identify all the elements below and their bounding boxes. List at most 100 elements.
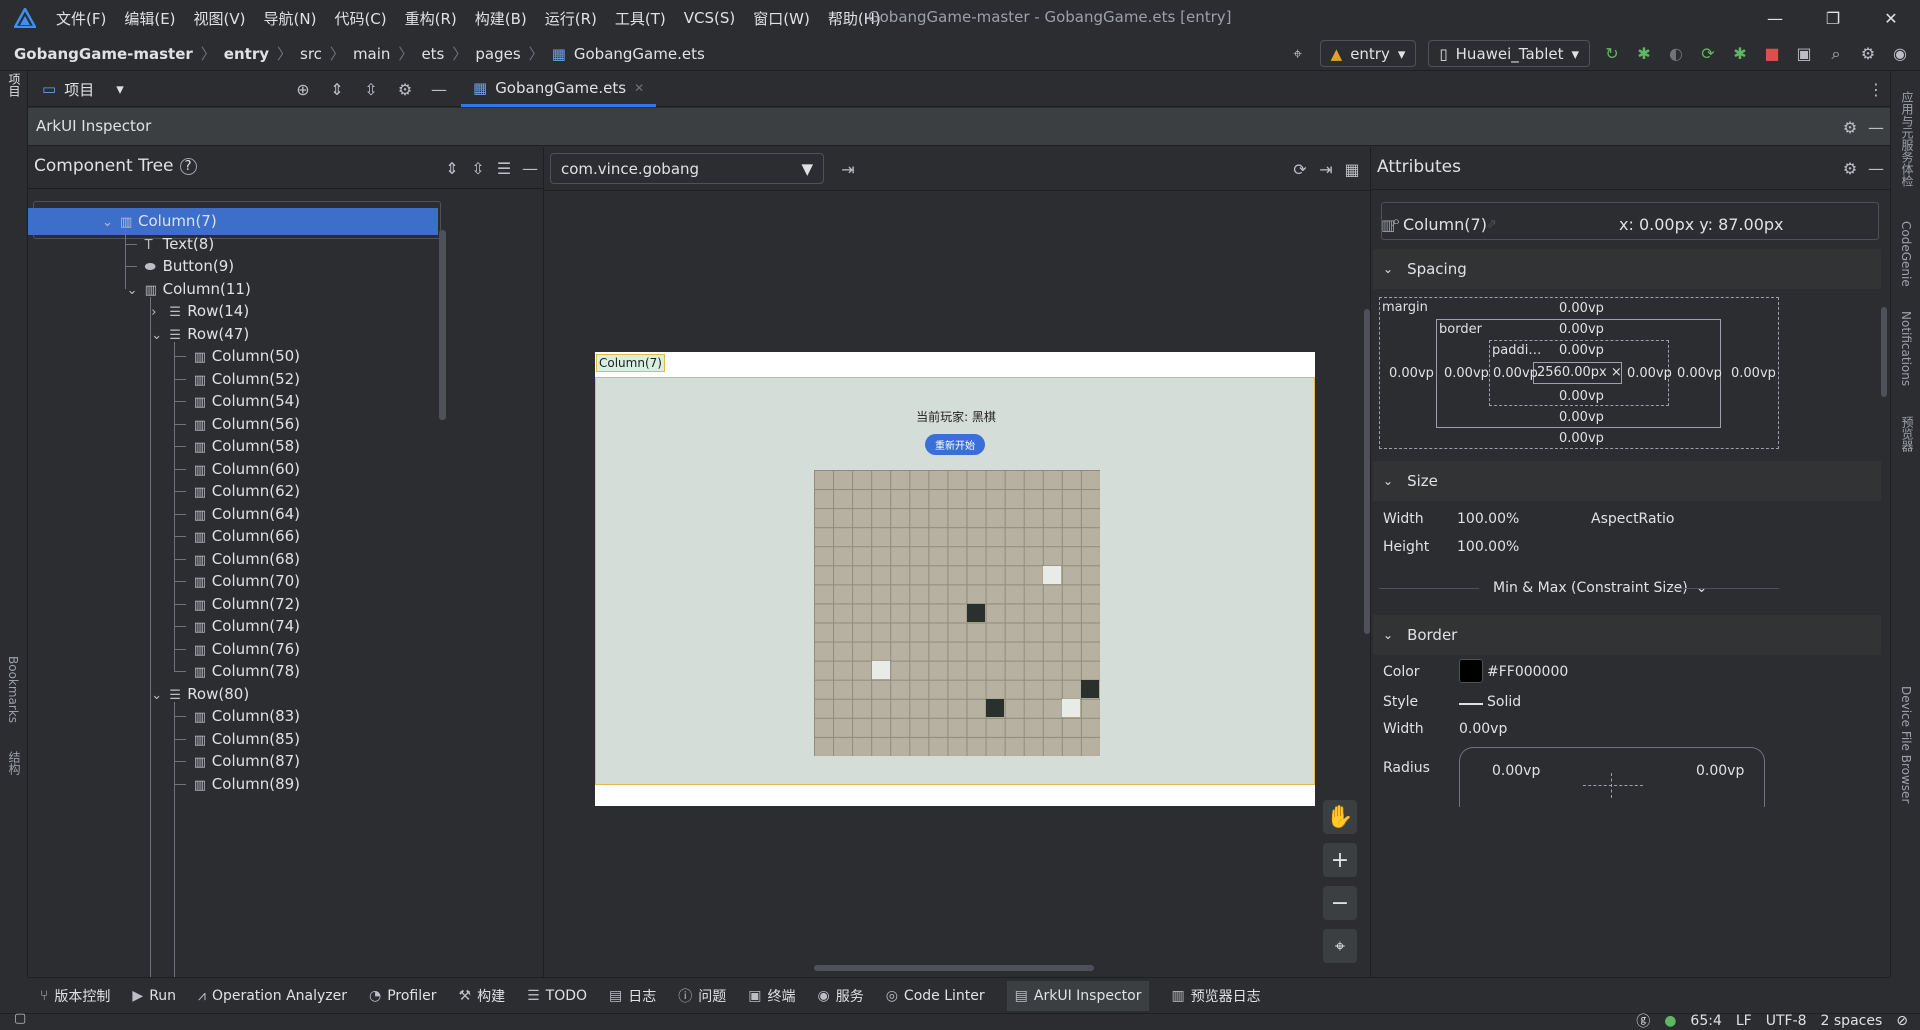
hide-icon[interactable]: — (1866, 158, 1886, 178)
tool-window-button[interactable]: ◎ Code Linter (886, 988, 985, 1004)
hide-icon[interactable]: — (520, 158, 540, 178)
pan-hand-icon[interactable]: ✋ (1323, 800, 1357, 834)
menu-item[interactable]: 编辑(E) (124, 8, 175, 29)
hide-icon[interactable]: — (429, 79, 449, 99)
border-style-value[interactable]: Solid (1487, 694, 1521, 710)
tool-window-button[interactable]: ⑂ 版本控制 (40, 986, 110, 1006)
tree-node[interactable]: ⌄ ▥ Column(7) (28, 208, 438, 235)
menu-item[interactable]: 文件(F) (56, 8, 106, 29)
readonly-icon[interactable]: ⊘ (1896, 1013, 1908, 1029)
list-icon[interactable]: ☰ (494, 158, 514, 178)
layout-toggle-icon[interactable]: ▢ (14, 1011, 26, 1026)
close-icon[interactable]: ✕ (634, 81, 644, 95)
notifications-tool-button[interactable]: Notifications (1899, 311, 1913, 386)
zoom-out-icon[interactable]: − (1323, 886, 1357, 920)
caret-position[interactable]: 65:4 (1690, 1013, 1721, 1029)
stop-icon[interactable]: ■ (1762, 44, 1782, 64)
size-section[interactable]: ⌄ Size (1373, 461, 1881, 501)
help-icon[interactable]: ? (179, 157, 197, 175)
menu-item[interactable]: 运行(R) (545, 8, 597, 29)
settings-icon[interactable]: ⚙ (1840, 117, 1860, 137)
codegenie-tool-button[interactable]: CodeGenie (1899, 221, 1913, 287)
gobang-board[interactable] (814, 470, 1100, 756)
tree-scrollbar[interactable] (439, 230, 446, 420)
target-icon[interactable]: ⌖ (1288, 44, 1308, 64)
link-icon[interactable]: ⇗ (1486, 217, 1497, 232)
structure-tool-button[interactable]: 结构 (6, 751, 23, 775)
minimize-icon[interactable]: — (1746, 9, 1804, 28)
breadcrumb-item[interactable]: main (353, 45, 390, 63)
tool-window-button[interactable]: ⩘ Operation Analyzer (198, 988, 347, 1004)
line-ending[interactable]: LF (1736, 1013, 1752, 1029)
tree-node[interactable]: ▥ Column(89) (176, 771, 300, 798)
menu-item[interactable]: 导航(N) (264, 8, 317, 29)
menu-item[interactable]: 视图(V) (194, 8, 246, 29)
tool-window-button[interactable]: ▥ 预览器日志 (1171, 986, 1260, 1006)
collapse-all-icon[interactable]: ⇳ (361, 79, 381, 99)
border-color-value[interactable]: #FF000000 (1487, 664, 1568, 680)
chevron-down-icon[interactable]: ⌄ (151, 682, 169, 709)
preview-horizontal-scrollbar[interactable] (814, 965, 1094, 971)
search-icon[interactable]: ⌕ (1826, 44, 1846, 64)
breadcrumb-item[interactable]: entry (224, 45, 269, 63)
codegenie-status-icon[interactable]: ⓖ (1636, 1011, 1650, 1030)
tool-window-button[interactable]: ▣ 终端 (748, 986, 795, 1006)
tab-gobanggame-ets[interactable]: ▦ GobangGame.ets ✕ (461, 71, 657, 107)
project-view-selector[interactable]: ▭ 项目 ▾ (42, 71, 124, 107)
tool-window-button[interactable]: ◉ 服务 (817, 986, 863, 1006)
module-selector[interactable]: ▲ entry ▾ (1319, 40, 1417, 67)
menu-item[interactable]: VCS(S) (684, 9, 735, 27)
tool-window-button[interactable]: ▤ 日志 (609, 986, 656, 1006)
breadcrumb-item[interactable]: ets (421, 45, 444, 63)
disconnect-icon[interactable]: ⇥ (838, 159, 858, 179)
breadcrumb-item[interactable]: GobangGame-master (14, 45, 193, 63)
apply-changes-icon[interactable]: ⟳ (1698, 44, 1718, 64)
settings-icon[interactable]: ⚙ (395, 79, 415, 99)
selected-component-highlight[interactable]: 当前玩家: 黑棋 重新开始 (595, 377, 1315, 785)
expand-all-icon[interactable]: ⇕ (327, 79, 347, 99)
fit-screen-icon[interactable]: ⌖ (1323, 929, 1357, 963)
bookmarks-tool-button[interactable]: Bookmarks (6, 656, 20, 723)
attributes-scrollbar[interactable] (1881, 307, 1887, 397)
device-manager-icon[interactable]: ▣ (1794, 44, 1814, 64)
tool-window-button[interactable]: ☰ TODO (527, 988, 587, 1004)
app-check-tool-button[interactable]: 应用与元服务体检 (1899, 91, 1916, 187)
close-icon[interactable]: ✕ (1862, 9, 1920, 28)
width-value[interactable]: 100.00% (1457, 511, 1519, 527)
expand-all-icon[interactable]: ⇕ (442, 158, 462, 178)
chevron-down-icon[interactable]: ⌄ (151, 322, 169, 349)
breadcrumb-item[interactable]: src (300, 45, 322, 63)
export-icon[interactable]: ⇥ (1316, 159, 1336, 179)
menu-item[interactable]: 构建(B) (475, 8, 527, 29)
profiler-icon[interactable]: ✱ (1730, 44, 1750, 64)
debug-icon[interactable]: ✱ (1634, 44, 1654, 64)
locate-icon[interactable]: ⊕ (293, 79, 313, 99)
border-width-value[interactable]: 0.00vp (1459, 721, 1507, 737)
height-value[interactable]: 100.00% (1457, 539, 1519, 555)
device-selector[interactable]: ▯ Huawei_Tablet ▾ (1428, 40, 1590, 67)
restart-button[interactable]: 重新开始 (925, 434, 985, 455)
process-selector[interactable]: com.vince.gobang ▼ (550, 153, 824, 184)
radius-top-right[interactable]: 0.00vp (1696, 763, 1744, 779)
restore-icon[interactable]: ❐ (1804, 9, 1862, 28)
menu-item[interactable]: 窗口(W) (753, 8, 810, 29)
previewer-tool-button[interactable]: 预览器 (1899, 416, 1916, 452)
tool-window-button[interactable]: ⓘ 问题 (678, 986, 726, 1006)
chevron-down-icon[interactable]: ⌄ (102, 209, 120, 236)
color-swatch[interactable] (1459, 659, 1483, 683)
menu-item[interactable]: 代码(C) (334, 8, 386, 29)
breadcrumb-item[interactable]: GobangGame.ets (574, 45, 705, 63)
rerun-icon[interactable]: ↻ (1602, 44, 1622, 64)
tool-window-button[interactable]: ▶ Run (132, 988, 176, 1004)
hide-icon[interactable]: — (1866, 117, 1886, 137)
grid-icon[interactable]: ▦ (1342, 159, 1362, 179)
menu-item[interactable]: 工具(T) (615, 8, 666, 29)
radius-top-left[interactable]: 0.00vp (1492, 763, 1540, 779)
more-icon[interactable]: ⋮ (1866, 79, 1886, 99)
tool-window-button[interactable]: ◔ Profiler (369, 988, 437, 1004)
settings-icon[interactable]: ⚙ (1858, 44, 1878, 64)
breadcrumb-item[interactable]: pages (475, 45, 520, 63)
zoom-in-icon[interactable]: + (1323, 843, 1357, 877)
chevron-down-icon[interactable]: ⌄ (127, 277, 145, 304)
tool-window-button[interactable]: ⚒ 构建 (459, 986, 506, 1006)
